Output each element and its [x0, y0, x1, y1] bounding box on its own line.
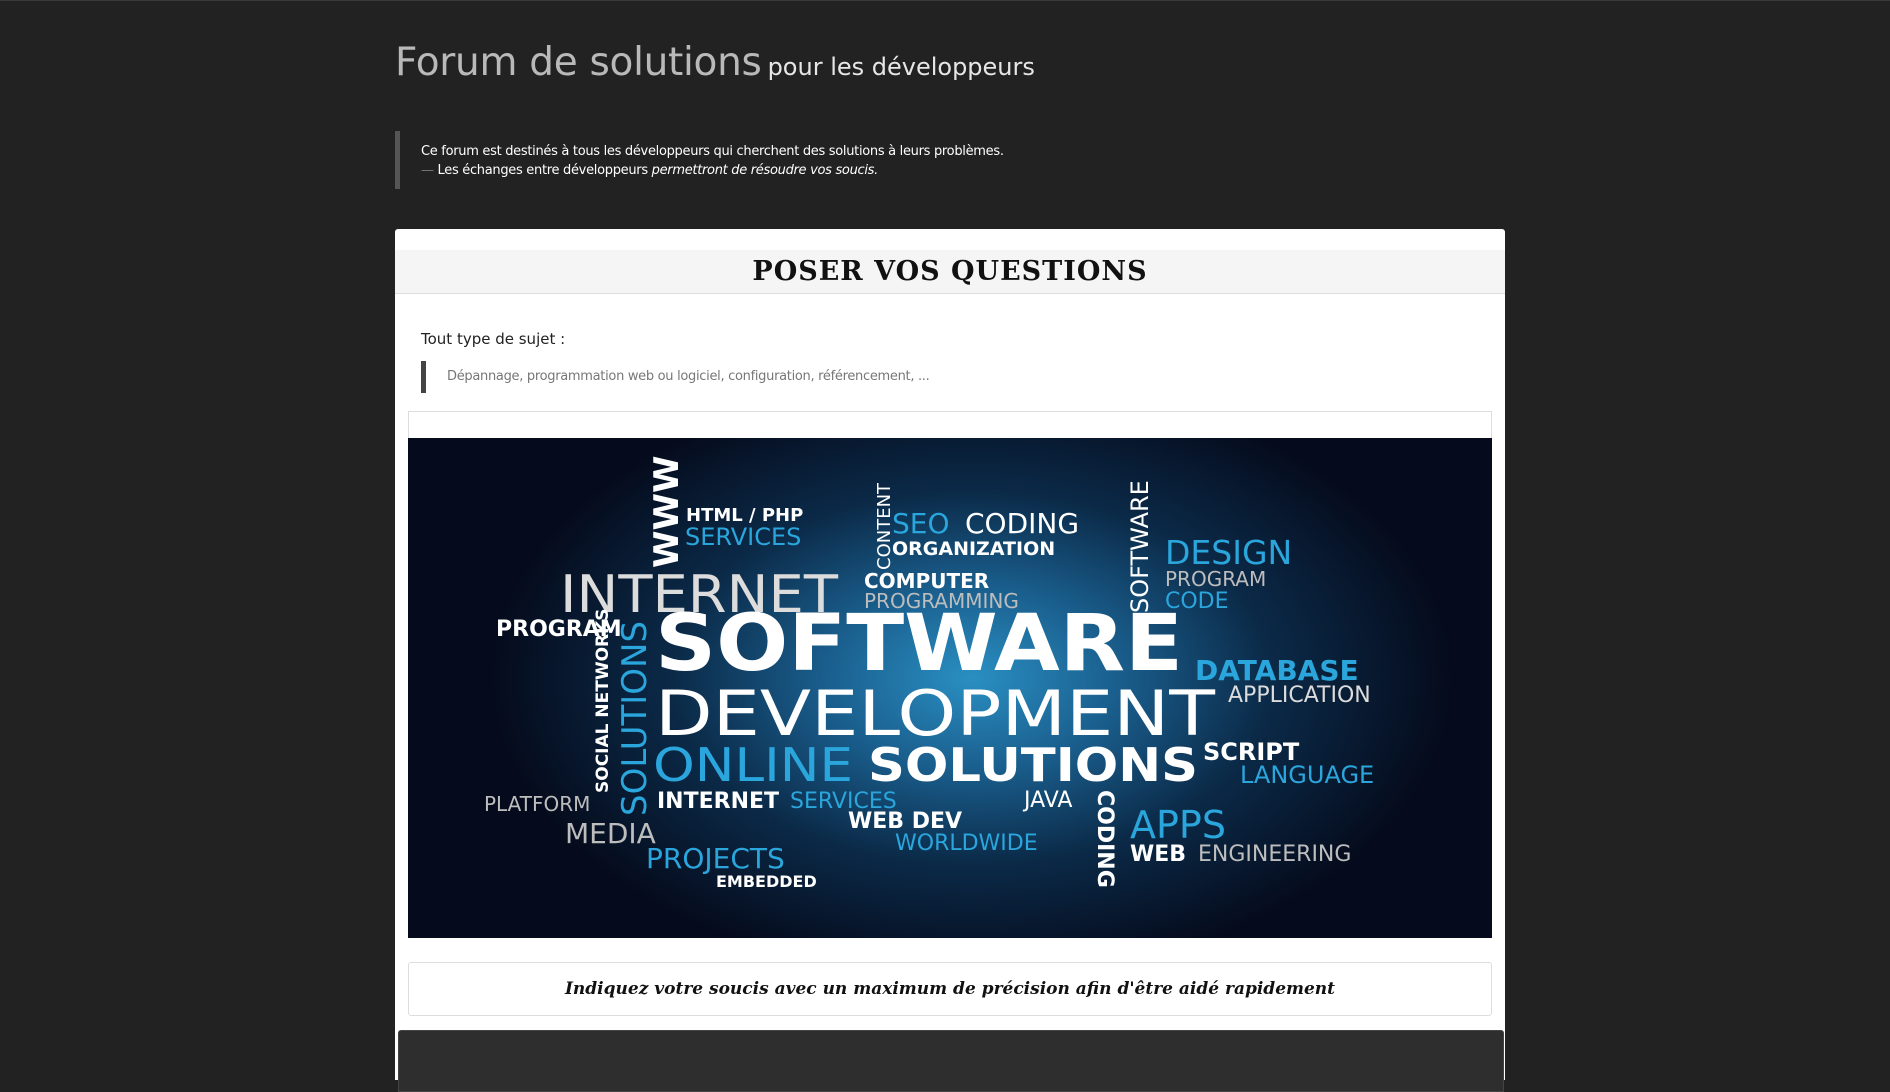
intro-quote: Ce forum est destinés à tous les dévelop…: [395, 131, 1321, 189]
word-platform: PLATFORM: [484, 792, 590, 816]
word-program-1: PROGRAM: [1165, 567, 1266, 591]
intro-line-2-italic: permettront de résoudre vos soucis.: [651, 163, 879, 178]
word-software-vertical: SOFTWARE: [1126, 480, 1154, 613]
word-web: WEB: [1130, 842, 1186, 867]
page-subtitle: pour les développeurs: [767, 53, 1035, 81]
instruction-box: Indiquez votre soucis avec un maximum de…: [408, 962, 1492, 1016]
instruction-text: Indiquez votre soucis avec un maximum de…: [564, 979, 1336, 999]
page-header: Forum de solutions pour les développeurs: [395, 40, 1035, 85]
page-title: Forum de solutions: [395, 40, 762, 85]
word-media: MEDIA: [565, 817, 656, 850]
word-www: WWW: [647, 455, 687, 568]
word-projects: PROJECTS: [646, 842, 785, 875]
word-services-1: SERVICES: [685, 523, 801, 551]
question-panel: POSER VOS QUESTIONS Tout type de sujet :…: [395, 229, 1505, 1092]
word-internet-2: INTERNET: [657, 789, 779, 814]
word-cloud: WWW HTML / PHP SERVICES CONTENT SEO CODI…: [484, 455, 1374, 891]
word-application: APPLICATION: [1228, 683, 1371, 708]
word-java: JAVA: [1022, 788, 1072, 813]
question-form-area: [398, 1030, 1504, 1092]
word-social-networks: SOCIAL NETWORKS: [593, 608, 613, 793]
subject-examples: Dépannage, programmation web ou logiciel…: [421, 361, 930, 393]
word-solutions: SOLUTIONS: [868, 738, 1198, 792]
word-seo: SEO: [892, 507, 950, 540]
intro-line-1: Ce forum est destinés à tous les dévelop…: [421, 144, 1004, 159]
word-coding-1: CODING: [965, 507, 1079, 540]
word-organization: ORGANIZATION: [892, 538, 1055, 560]
top-border: [0, 0, 1890, 1]
intro-line-2-prefix: Les échanges entre développeurs: [437, 163, 649, 178]
panel-heading: POSER VOS QUESTIONS: [395, 250, 1505, 294]
intro-line-2: — Les échanges entre développeurs permet…: [421, 161, 1321, 180]
word-online: ONLINE: [653, 738, 853, 792]
software-development-banner: WWW HTML / PHP SERVICES CONTENT SEO CODI…: [408, 438, 1492, 938]
word-worldwide: WORLDWIDE: [895, 831, 1038, 856]
word-solutions-vertical: SOLUTIONS: [615, 621, 655, 816]
subject-label: Tout type de sujet :: [421, 330, 566, 348]
word-language: LANGUAGE: [1240, 761, 1374, 789]
word-embedded: EMBEDDED: [716, 872, 817, 891]
panel-title: POSER VOS QUESTIONS: [752, 256, 1148, 287]
word-coding-2: CODING: [1092, 790, 1117, 888]
quote-dash: —: [421, 163, 438, 178]
word-apps: APPS: [1130, 803, 1226, 847]
word-engineering: ENGINEERING: [1198, 842, 1351, 867]
word-software: SOFTWARE: [655, 599, 1183, 689]
